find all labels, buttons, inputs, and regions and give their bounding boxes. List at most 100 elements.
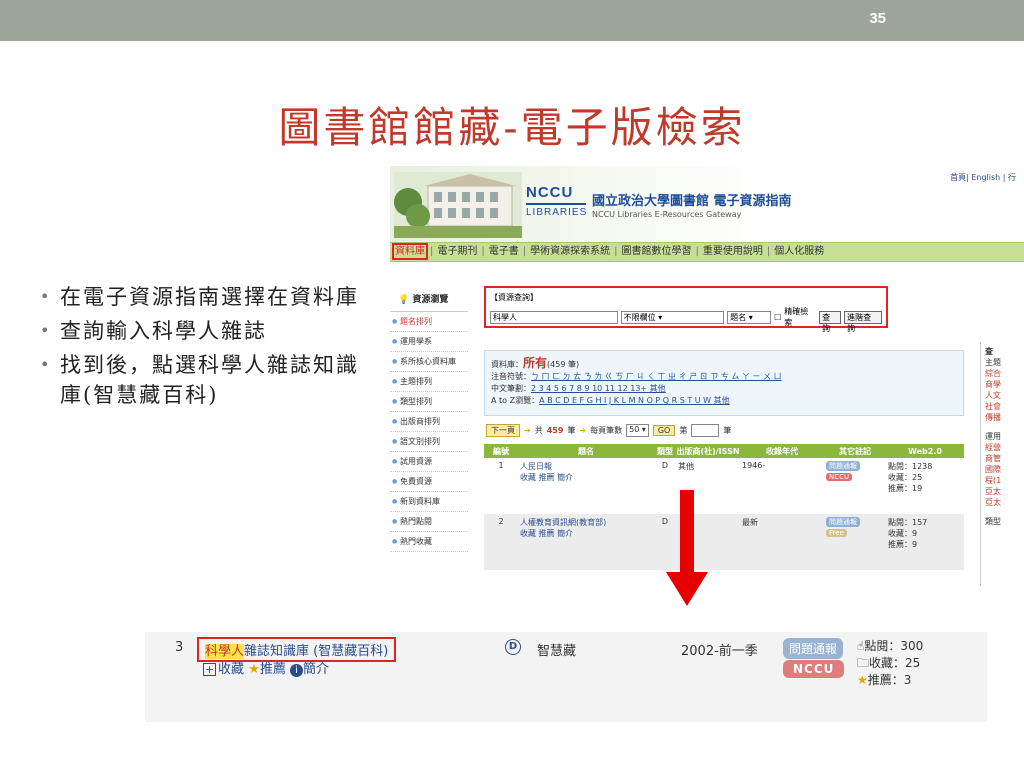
right-panel-item[interactable]: 運用 [985,431,1020,442]
zoom-row-stats: ☝點閱：300 🗀收藏：25 ★推薦：3 [857,638,923,689]
field-select[interactable]: 不限欄位 ▾ [620,310,725,324]
strokes-line: 中文筆劃：2 3 4 5 6 7 8 9 10 11 12 13+ 其他 [491,383,957,395]
bullet-item: • 找到後，點選科學人雜誌知識庫(智慧藏百科) [38,350,378,410]
recommend-link[interactable]: 推薦 [260,662,286,677]
row-notes: 問題通報 Free [824,514,886,570]
zoom-title-highlight: 科學人 [205,644,245,659]
row-number: 1 [484,458,518,514]
right-panel-item[interactable]: 商學 [985,379,1020,390]
down-arrow-shaft [680,490,694,572]
page-input[interactable] [691,424,720,437]
nccu-logo: NCCU LIBRARIES [526,184,586,224]
nav-item-elearning[interactable]: 圖書館數位學習 [620,243,694,261]
site-header: 首頁| English | 行 NCCU LIBRARIES 國立政治大學圖書館… [390,166,1024,242]
pager: 下一頁 ➔ 共 459 筆 ➔ 每頁筆數 50 ▾ GO 第 筆 [486,424,731,437]
nav-item-databases[interactable]: 資料庫 [392,243,428,260]
phonetic-links[interactable]: ㄅ ㄇ ㄈ ㄉ ㄊ ㄋ ㄌ ㄍ ㄎ ㄏ ㄐ ㄑ ㄒ ㄓ ㄔ ㄕ ㄖ ㄗ ㄘ ㄙ … [531,372,782,381]
plus-icon: + [203,663,216,676]
report-button[interactable]: 問題通報 [826,517,860,527]
report-button[interactable]: 問題通報 [826,461,860,471]
bulb-icon: 💡 [398,295,410,305]
sidebar-item[interactable]: 試用資源 [390,452,468,472]
sidebar-item[interactable]: 語文別排列 [390,432,468,452]
access-badge: Free [826,529,847,537]
row-title-cell: 人權教育資訊網(教育部) 收藏 推薦 簡介 [518,514,654,570]
sidebar-item[interactable]: 出版商排列 [390,412,468,432]
right-panel-item[interactable]: 主題 [985,357,1020,368]
slide-title: 圖書館館藏-電子版檢索 [278,103,746,152]
nav-item-ebooks[interactable]: 電子書 [487,243,521,261]
row-title-link[interactable]: 人民日報 [520,461,652,472]
az-links[interactable]: A B C D E F G H I J K L M N O P Q R S T … [539,396,730,405]
row-title-link[interactable]: 人權教育資訊網(教育部) [520,517,652,528]
per-page-select[interactable]: 50 ▾ [626,424,649,437]
right-panel-item[interactable]: 類型 [985,516,1020,527]
strokes-links[interactable]: 2 3 4 5 6 7 8 9 10 11 12 13+ 其他 [531,384,666,393]
sidebar-item[interactable]: 類型排列 [390,392,468,412]
row-years: 最新 [740,514,824,570]
phonetic-line: 注音符號：ㄅ ㄇ ㄈ ㄉ ㄊ ㄋ ㄌ ㄍ ㄎ ㄏ ㄐ ㄑ ㄒ ㄓ ㄔ ㄕ ㄖ ㄗ… [491,371,957,383]
report-issue-button[interactable]: 問題通報 [783,638,844,659]
sidebar-item[interactable]: 新到資料庫 [390,492,468,512]
column-header: 類型 [654,444,676,458]
nav-separator: | [614,246,618,257]
row-actions[interactable]: 收藏 推薦 簡介 [520,528,652,539]
strokes-label: 中文筆劃： [491,384,531,393]
bullet-dot-icon: • [40,355,52,374]
db-all[interactable]: 所有 [523,356,547,370]
stat-views: 點閱：157 [888,518,928,527]
row-actions[interactable]: 收藏 推薦 簡介 [520,472,652,483]
intro-link[interactable]: 簡介 [303,662,329,677]
right-panel-item[interactable]: 國際 [985,464,1020,475]
slide-number: 35 [869,10,886,27]
sidebar-item[interactable]: 免費資源 [390,472,468,492]
search-row: 不限欄位 ▾ 題名 ▾ ☐精確檢索 查詢 進階查詢 [490,306,882,333]
right-panel-item[interactable]: 社會 [985,401,1020,412]
row-notes: 問題通報 NCCU [824,458,886,514]
collect-link[interactable]: 收藏 [218,662,244,677]
search-panel: 【資源查詢】 不限欄位 ▾ 題名 ▾ ☐精確檢索 查詢 進階查詢 [484,286,888,333]
right-panel-item[interactable]: 商管 [985,453,1020,464]
next-page-button[interactable]: 下一頁 [486,424,520,437]
right-panel-item[interactable]: 綜合 [985,368,1020,379]
top-links[interactable]: 首頁| English | 行 [950,172,1016,183]
nav-item-personal[interactable]: 個人化服務 [772,243,826,261]
go-button[interactable]: GO [652,425,676,436]
advanced-search-button[interactable]: 進階查詢 [844,310,882,333]
sidebar-item[interactable]: 熱門點閱 [390,512,468,532]
search-heading: 【資源查詢】 [490,293,538,302]
per-page-label: 每頁筆數 [590,426,623,435]
nav-item-discovery[interactable]: 學術資源探索系統 [528,243,612,261]
nav-separator: | [695,246,699,257]
nav-separator: | [766,246,771,257]
page-post: 筆 [723,426,732,435]
stat-views: ☝點閱：300 [857,638,923,655]
total-post: 筆 [567,426,576,435]
sidebar-item[interactable]: 熱門收藏 [390,532,468,552]
right-panel-item[interactable]: 亞太 [985,497,1020,508]
nav-item-ejournals[interactable]: 電子期刊 [435,243,479,261]
right-panel-item[interactable]: 傳播 [985,412,1020,423]
page-pre: 第 [679,426,688,435]
stat-recommend-text: 推薦：3 [867,673,912,687]
nav-item-usage-notes[interactable]: 重要使用說明 [701,243,765,261]
precise-checkbox[interactable]: ☐ [774,313,781,322]
search-input[interactable] [490,310,618,324]
right-panel-item[interactable]: 程(1 [985,475,1020,486]
sidebar-item[interactable]: 系所核心資料庫 [390,352,468,372]
browse-panel: 資料庫：所有(459 筆) 注音符號：ㄅ ㄇ ㄈ ㄉ ㄊ ㄋ ㄌ ㄍ ㄎ ㄏ ㄐ… [484,350,964,416]
right-panel-item[interactable]: 亞太 [985,486,1020,497]
sidebar-item[interactable]: 運用學系 [390,332,468,352]
resource-sidebar: 💡 資源瀏覽 題名排列 運用學系 系所核心資料庫 主題排列 類型排列 出版商排列… [390,288,468,552]
right-panel-item[interactable]: 人文 [985,390,1020,401]
column-header: 出版商(社)/ISSN [676,444,740,458]
bullet-dot-icon: • [40,287,52,306]
sidebar-item[interactable]: 題名排列 [390,312,468,332]
search-button[interactable]: 查詢 [819,310,842,333]
bullet-item: • 查詢輸入科學人雜誌 [38,316,378,346]
sidebar-item[interactable]: 主題排列 [390,372,468,392]
folder-icon: 🗀 [857,656,870,670]
type-select[interactable]: 題名 ▾ [727,310,772,324]
right-panel-item[interactable]: 經營 [985,442,1020,453]
zoom-row-publisher: 智慧藏 [537,644,577,659]
